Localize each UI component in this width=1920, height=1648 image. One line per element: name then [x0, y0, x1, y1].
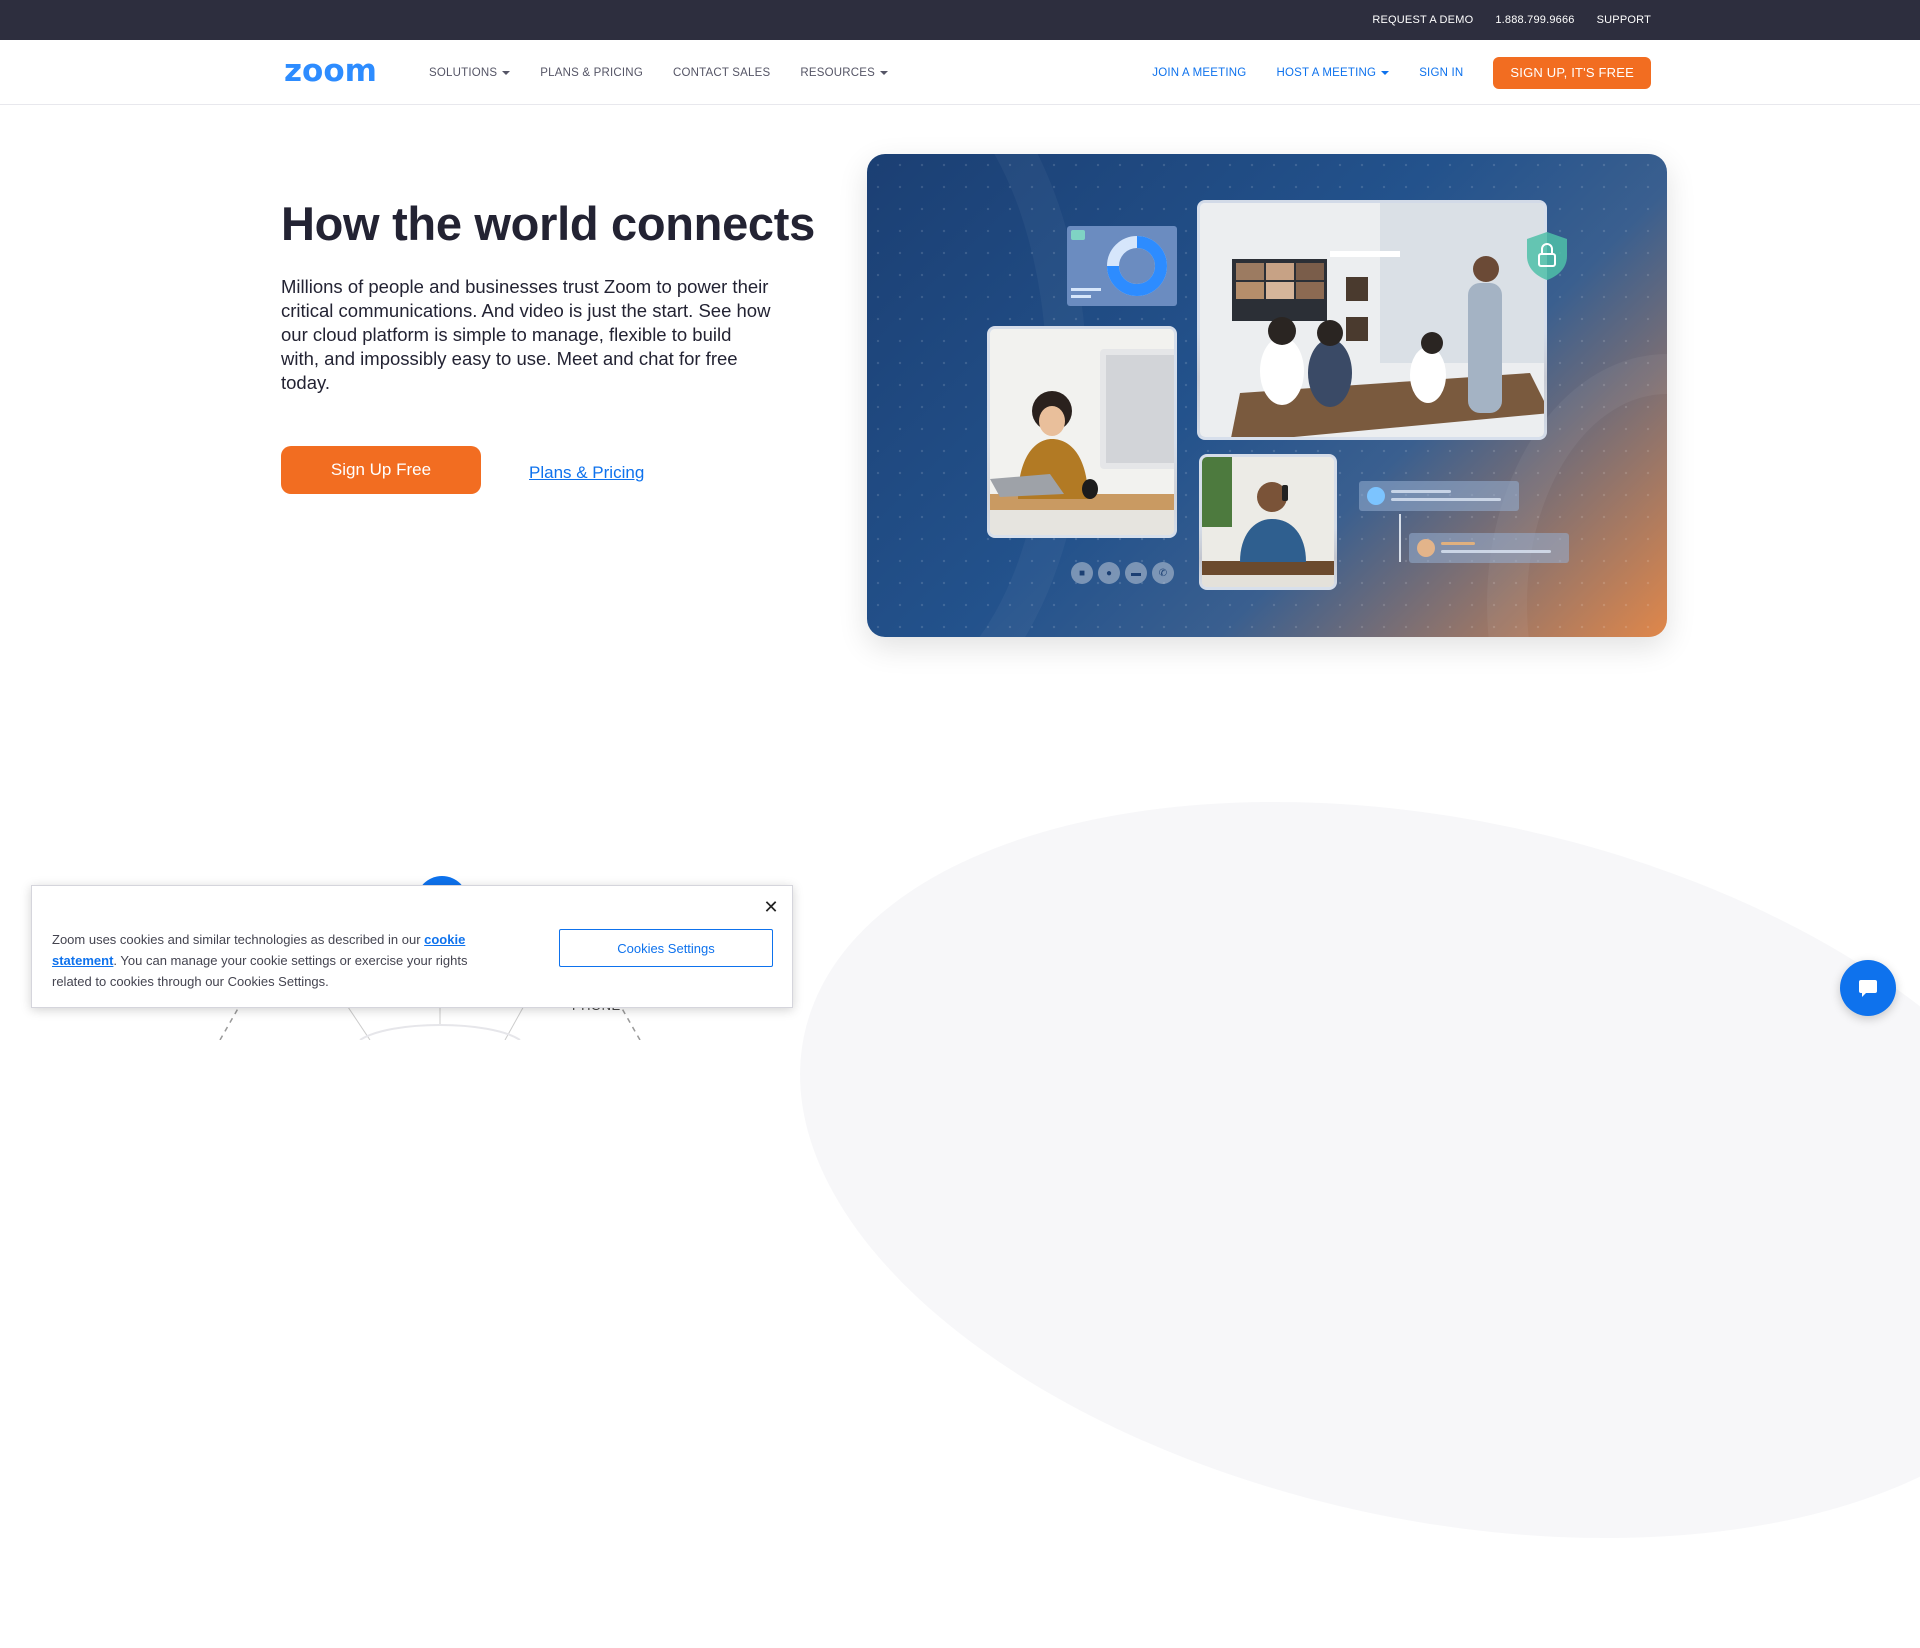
woman-at-desk-illustration — [990, 329, 1174, 535]
video-camera-icon: ■ — [1071, 562, 1093, 584]
woman-at-desk-video-tile — [987, 326, 1177, 538]
nav-join-meeting-label: JOIN A MEETING — [1152, 66, 1247, 79]
caret-down-icon — [1381, 70, 1390, 75]
donut-chart-icon — [1071, 230, 1167, 298]
nav-right: JOIN A MEETING HOST A MEETING SIGN IN SI… — [1152, 40, 1651, 105]
nav-host-meeting[interactable]: HOST A MEETING — [1276, 66, 1390, 79]
hero-description: Millions of people and businesses trust … — [281, 276, 771, 393]
nav-plans-pricing[interactable]: PLANS & PRICING — [540, 67, 643, 79]
chat-line — [1391, 498, 1501, 501]
chat-divider — [1399, 514, 1401, 562]
cookies-settings-button[interactable]: Cookies Settings — [559, 929, 773, 967]
chat-line — [1441, 550, 1551, 553]
cookie-message: Zoom uses cookies and similar technologi… — [52, 929, 502, 992]
nav-solutions-label: SOLUTIONS — [429, 66, 498, 79]
nav-join-meeting[interactable]: JOIN A MEETING — [1152, 67, 1246, 79]
analytics-card — [1067, 226, 1177, 306]
meeting-room-video-tile — [1197, 200, 1547, 440]
main-nav: zoom SOLUTIONS PLANS & PRICING CONTACT S… — [0, 40, 1920, 105]
man-on-phone-video-tile — [1199, 454, 1337, 590]
participants-icon: ● — [1098, 562, 1120, 584]
chat-message-bubble — [1359, 481, 1519, 511]
chat-bubble-icon — [1859, 980, 1877, 997]
nav-contact-sales[interactable]: CONTACT SALES — [673, 67, 770, 79]
request-demo-link[interactable]: REQUEST A DEMO — [1372, 14, 1473, 26]
nav-sign-in-label: SIGN IN — [1419, 66, 1464, 79]
nav-sign-in[interactable]: SIGN IN — [1419, 67, 1463, 79]
hero-illustration: ■ ● ▬ ✆ — [867, 154, 1667, 637]
cookie-text-before: Zoom uses cookies and similar technologi… — [52, 932, 425, 947]
sign-up-free-button[interactable]: Sign Up Free — [281, 446, 481, 494]
caret-down-icon — [502, 70, 511, 75]
meeting-room-illustration — [1200, 203, 1544, 437]
phone-number-link[interactable]: 1.888.799.9666 — [1495, 14, 1574, 26]
nav-resources-label: RESOURCES — [800, 66, 876, 79]
chat-avatar — [1417, 539, 1435, 557]
logo-text: zoom — [284, 56, 377, 86]
nav-plans-pricing-label: PLANS & PRICING — [540, 66, 643, 79]
chat-line — [1441, 542, 1475, 545]
nav-resources[interactable]: RESOURCES — [800, 66, 889, 79]
nav-left: SOLUTIONS PLANS & PRICING CONTACT SALES … — [429, 40, 889, 105]
zoom-logo[interactable]: zoom — [284, 56, 396, 86]
nav-solutions[interactable]: SOLUTIONS — [429, 66, 511, 79]
chat-icon: ▬ — [1125, 562, 1147, 584]
cookie-banner: ✕ Zoom uses cookies and similar technolo… — [31, 885, 793, 1008]
utility-links: REQUEST A DEMO 1.888.799.9666 SUPPORT — [1372, 0, 1651, 40]
chat-avatar — [1367, 487, 1385, 505]
chat-widget-button[interactable] — [1840, 960, 1896, 1016]
nav-contact-sales-label: CONTACT SALES — [672, 66, 771, 79]
close-icon[interactable]: ✕ — [762, 898, 780, 916]
nav-host-meeting-label: HOST A MEETING — [1276, 66, 1377, 79]
caret-down-icon — [880, 70, 889, 75]
signup-free-button-top[interactable]: SIGN UP, IT'S FREE — [1493, 56, 1651, 89]
background-blob — [731, 692, 1920, 1648]
utility-bar: REQUEST A DEMO 1.888.799.9666 SUPPORT — [0, 0, 1920, 40]
support-link[interactable]: SUPPORT — [1597, 14, 1651, 26]
meeting-controls: ■ ● ▬ ✆ — [1071, 562, 1174, 584]
phone-icon: ✆ — [1152, 562, 1174, 584]
chat-line — [1391, 490, 1451, 493]
plans-pricing-link[interactable]: Plans & Pricing — [529, 463, 644, 483]
lock-shield-icon — [1527, 232, 1567, 280]
hero-title: How the world connects — [281, 197, 815, 250]
cookie-text-after: . You can manage your cookie settings or… — [52, 953, 468, 989]
man-on-phone-illustration — [1202, 457, 1334, 587]
chat-message-bubble — [1409, 533, 1569, 563]
